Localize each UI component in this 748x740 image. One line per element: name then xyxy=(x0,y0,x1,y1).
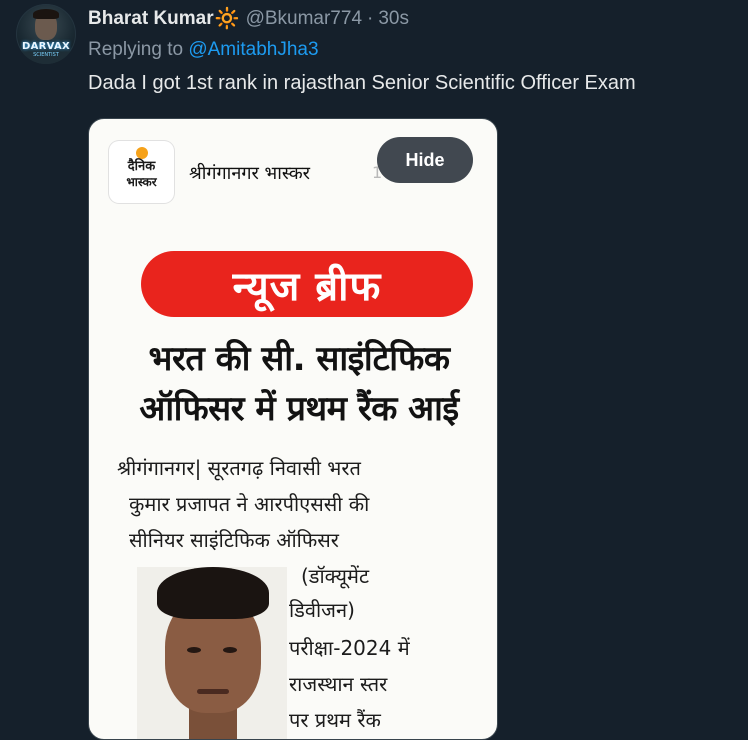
display-name[interactable]: Bharat Kumar xyxy=(88,8,214,30)
mention-link[interactable]: @AmitabhJha3 xyxy=(188,39,318,60)
logo-sun-icon xyxy=(136,147,148,159)
logo-line-2: भास्कर xyxy=(126,175,157,189)
news-brief-label: न्यूज ब्रीफ xyxy=(232,263,382,310)
article-line-5: डिवीजन) xyxy=(289,598,355,622)
avatar[interactable]: DARVAX SCIENTIST xyxy=(16,4,76,64)
article-line-1: श्रीगंगानगर| सूरतगढ़ निवासी भरत xyxy=(117,456,361,480)
avatar-text: DARVAX xyxy=(21,41,71,52)
replying-to: Replying to @AmitabhJha3 xyxy=(88,39,319,61)
article-line-8: पर प्रथम रैंक xyxy=(289,708,381,732)
tweet-timestamp[interactable]: 30s xyxy=(378,8,409,30)
article-line-2: कुमार प्रजापत ने आरपीएससी की xyxy=(129,492,370,516)
newspaper-logo: दैनिक भास्कर xyxy=(109,141,174,203)
tweet-header: Bharat Kumar 🔆 @Bkumar774 · 30s xyxy=(88,7,409,31)
headline-line-2: ऑफिसर में प्रथम रैंक आई xyxy=(139,389,459,429)
article-line-4: (डॉक्यूमेंट xyxy=(301,564,370,588)
source-name: श्रीगंगानगर भास्कर xyxy=(189,163,311,184)
photo-mouth xyxy=(197,689,229,694)
avatar-subtext: SCIENTIST xyxy=(33,52,59,58)
article-line-7: राजस्थान स्तर xyxy=(289,672,388,696)
separator-dot: · xyxy=(367,8,374,29)
photo-left-eye xyxy=(187,647,201,653)
hide-button[interactable]: Hide xyxy=(377,137,473,183)
tweet-text: Dada I got 1st rank in rajasthan Senior … xyxy=(88,72,636,94)
photo-right-eye xyxy=(223,647,237,653)
logo-line-1: दैनिक xyxy=(127,159,156,174)
replying-prefix: Replying to xyxy=(88,39,189,60)
headline-line-1: भरत की सी. साइंटिफिक xyxy=(148,339,450,379)
news-brief-banner: न्यूज ब्रीफ xyxy=(141,251,473,317)
person-photo xyxy=(137,567,287,739)
avatar-hair xyxy=(33,9,59,19)
sun-emoji-icon: 🔆 xyxy=(214,8,240,30)
article-line-3: सीनियर साइंटिफिक ऑफिसर xyxy=(129,528,339,552)
article-line-6: परीक्षा-2024 में xyxy=(289,636,410,660)
user-handle[interactable]: @Bkumar774 xyxy=(246,8,362,30)
media-card[interactable]: दैनिक भास्कर श्रीगंगानगर भास्कर 1 6 न्यू… xyxy=(88,118,498,740)
photo-hair xyxy=(157,567,269,619)
